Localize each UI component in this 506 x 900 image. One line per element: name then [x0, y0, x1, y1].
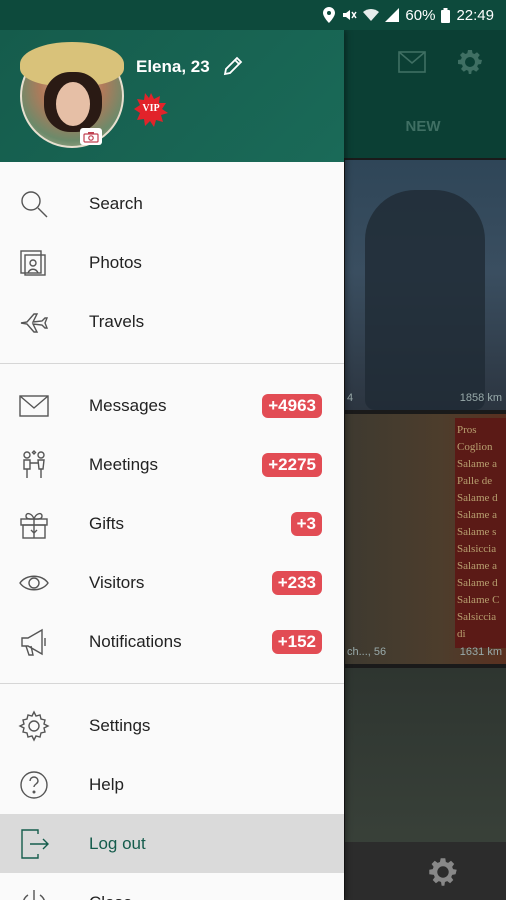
- sign-line: Pros: [457, 424, 477, 436]
- gear-icon: [18, 710, 50, 742]
- menu-item-label: Log out: [89, 833, 146, 853]
- count-badge: +3: [290, 512, 322, 536]
- eye-icon: [18, 567, 50, 599]
- count-badge: +4963: [262, 394, 322, 418]
- sign-line: Coglion: [457, 441, 493, 453]
- menu-item-label: Notifications: [89, 631, 182, 651]
- photo-caption: ch..., 56: [347, 646, 387, 658]
- avatar[interactable]: [20, 42, 124, 148]
- sign-line: Salsiccia: [457, 543, 497, 555]
- sign-line: Salame a: [457, 458, 498, 470]
- menu-item-travels[interactable]: Travels: [0, 292, 344, 351]
- menu-section: Messages +4963 Meetings +2275 Gifts +3 Visitor…: [0, 364, 344, 684]
- camera-icon[interactable]: [80, 128, 102, 145]
- photos-icon: [18, 247, 50, 279]
- sign-line: Salame a: [457, 560, 498, 572]
- battery-icon: [441, 7, 451, 23]
- mute-icon: [343, 10, 358, 20]
- menu-item-close[interactable]: Close: [0, 873, 344, 900]
- menu-item-label: Meetings: [89, 454, 158, 474]
- sign-line: Salame a: [457, 509, 498, 521]
- envelope-icon: [18, 390, 50, 422]
- sign-line: Salsiccia di: [457, 611, 497, 640]
- photo-distance: 1631 km: [459, 646, 502, 658]
- menu-item-gifts[interactable]: Gifts +3: [0, 494, 344, 553]
- status-bar: 60% 22:49: [0, 0, 506, 30]
- bottom-bar: [345, 842, 506, 900]
- profile-photo-card: Pros Coglion Salame a Palle de Salame d Salam…: [345, 414, 506, 664]
- user-name: Elena, 23: [136, 57, 210, 76]
- tab-new: NEW: [405, 118, 441, 135]
- sign-line: Salame d: [457, 492, 498, 504]
- menu-item-label: Messages: [89, 395, 167, 415]
- gear-icon: [458, 50, 482, 74]
- count-badge: +2275: [262, 453, 322, 477]
- help-icon: [18, 769, 50, 801]
- menu-item-label: Photos: [89, 252, 142, 272]
- couple-icon: [18, 449, 50, 481]
- wifi-icon: [363, 9, 380, 21]
- menu-item-log-out[interactable]: Log out: [0, 814, 344, 873]
- plane-icon: [18, 306, 50, 338]
- vip-badge: VIP: [134, 93, 168, 127]
- sign-line: Salame s: [457, 526, 497, 538]
- menu-section: Settings Help Log out Close: [0, 684, 344, 900]
- menu-item-search[interactable]: Search: [0, 174, 344, 233]
- sign-line: Salame d: [457, 577, 498, 589]
- drawer-header: Elena, 23 VIP: [0, 30, 344, 162]
- menu-item-help[interactable]: Help: [0, 755, 344, 814]
- photo-caption: 4: [347, 392, 354, 404]
- sign-line: Salame C: [457, 594, 500, 606]
- menu-item-label: Travels: [89, 311, 145, 331]
- logout-icon: [18, 828, 50, 860]
- gear-icon: [429, 858, 457, 886]
- count-badge: +152: [271, 630, 322, 654]
- menu-section: Search Photos Travels: [0, 162, 344, 364]
- menu-item-notifications[interactable]: Notifications +152: [0, 612, 344, 671]
- menu-item-label: Visitors: [89, 572, 145, 592]
- gift-icon: [18, 508, 50, 540]
- search-icon: [18, 188, 50, 220]
- photo-distance: 1858 km: [459, 392, 502, 404]
- menu-item-settings[interactable]: Settings: [0, 696, 344, 755]
- sign-line: Palle de: [457, 475, 493, 487]
- sign-text: Pros Coglion Salame a Palle de Salame d Salam…: [455, 418, 506, 648]
- menu-item-label: Search: [89, 193, 143, 213]
- menu-item-photos[interactable]: Photos: [0, 233, 344, 292]
- menu-item-meetings[interactable]: Meetings +2275: [0, 435, 344, 494]
- signal-icon: [385, 8, 400, 22]
- menu-item-visitors[interactable]: Visitors +233: [0, 553, 344, 612]
- location-icon: [323, 7, 336, 23]
- menu-item-label: Help: [89, 774, 124, 794]
- envelope-icon: [398, 51, 426, 73]
- megaphone-icon: [18, 626, 50, 658]
- menu-item-label: Settings: [89, 715, 151, 735]
- count-badge: +233: [271, 571, 322, 595]
- navigation-drawer: Elena, 23 VIP Search Photos Travels Message…: [0, 30, 344, 900]
- menu-item-messages[interactable]: Messages +4963: [0, 376, 344, 435]
- edit-pencil-icon[interactable]: [222, 55, 244, 82]
- battery-level: 60%: [405, 6, 436, 24]
- menu-item-label: Gifts: [89, 513, 124, 533]
- profile-photo-card: [345, 668, 506, 868]
- clock: 22:49: [456, 6, 494, 24]
- power-icon: [18, 887, 50, 900]
- menu-item-label: Close: [89, 893, 132, 900]
- profile-photo-card: 4 1858 km: [345, 160, 506, 410]
